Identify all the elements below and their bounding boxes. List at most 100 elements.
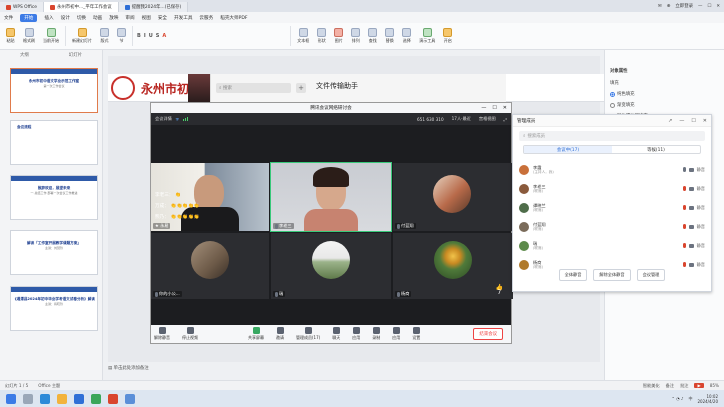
fullscreen-icon[interactable]: ⤢: [504, 117, 507, 122]
fill-option[interactable]: 填充: [610, 80, 719, 86]
applications-button[interactable]: 应用: [392, 327, 400, 341]
slide-thumbnail[interactable]: 3 致辞欢迎，展望未来 一·总结工作·部署一次会议工作推进: [10, 175, 98, 220]
app-icon[interactable]: [125, 393, 135, 404]
input-language[interactable]: 中: [688, 396, 692, 402]
section-button[interactable]: 节: [115, 28, 128, 44]
wps-icon[interactable]: [108, 393, 118, 404]
microphone-muted-icon[interactable]: [682, 224, 686, 229]
open-button[interactable]: 开启: [441, 28, 454, 44]
video-tile-woman[interactable]: 李老三: [270, 162, 392, 232]
member-search-input[interactable]: ⌕ 搜索成员: [519, 131, 705, 141]
menu-review[interactable]: 审阅: [125, 15, 134, 21]
tab-in-meeting[interactable]: 会议中(17): [524, 146, 612, 153]
notes-placeholder[interactable]: ▤ 单击此处添加备注: [108, 365, 149, 371]
font-color-button[interactable]: A: [162, 33, 166, 39]
slide-thumbnail[interactable]: 5 《湘潭县2024年初中毕业学考语文试卷分析》解读 主讲：蒋晓玲: [10, 286, 98, 331]
manage-members-button[interactable]: 管理成员(17): [296, 327, 320, 341]
apps-button[interactable]: 应用: [352, 327, 360, 341]
edge-browser-icon[interactable]: [40, 393, 50, 404]
camera-icon[interactable]: [688, 262, 694, 267]
comments-button[interactable]: 批注: [680, 383, 688, 389]
windows-start-icon[interactable]: [6, 393, 16, 404]
tab-waiting[interactable]: 等候(11): [612, 146, 700, 153]
slide-thumbnail[interactable]: 1 永州市初中语文学业示范工作室 第一次工作会议: [10, 68, 98, 113]
microphone-icon[interactable]: [682, 167, 686, 172]
picture-button[interactable]: 图片: [332, 28, 345, 44]
minimize-button[interactable]: —: [698, 4, 702, 9]
thumbs-up-reaction[interactable]: 👍 7: [496, 285, 503, 296]
beautify-button[interactable]: 智能美化: [643, 383, 660, 389]
end-meeting-button[interactable]: 结束会议: [473, 328, 503, 340]
stop-video-button[interactable]: 停止视频: [182, 327, 198, 341]
new-slide-button[interactable]: 新建幻灯片: [70, 28, 94, 44]
microphone-muted-icon[interactable]: [682, 186, 686, 191]
menu-slideshow[interactable]: 放映: [109, 15, 118, 21]
textbox-button[interactable]: 文本框: [295, 28, 311, 44]
camera-icon[interactable]: [688, 224, 694, 229]
camera-icon[interactable]: [688, 186, 694, 191]
zoom-level[interactable]: 85%: [710, 383, 719, 388]
wechat-icon[interactable]: [91, 393, 101, 404]
slide-thumbnail[interactable]: 4 解读「工作室开展教学课题方案」 主讲：刘慧玲: [10, 230, 98, 275]
minimize-button[interactable]: —: [679, 118, 684, 124]
menu-view[interactable]: 视图: [142, 15, 151, 21]
microphone-muted-icon[interactable]: [682, 205, 686, 210]
video-tile-avatar[interactable]: 付蓝翔: [393, 163, 513, 231]
add-button[interactable]: +: [296, 83, 306, 93]
menu-animation[interactable]: 动画: [93, 15, 102, 21]
bold-button[interactable]: B: [137, 33, 141, 39]
member-row[interactable]: 李霞 (主持人，我) 静音: [513, 160, 711, 179]
layout-view-button[interactable]: 宫格视图: [479, 116, 496, 122]
chat-button[interactable]: 聊天: [332, 327, 340, 341]
layout-button[interactable]: 版式: [98, 28, 111, 44]
play-icon[interactable]: ▶: [694, 383, 704, 388]
maximize-button[interactable]: ☐: [691, 118, 695, 124]
camera-icon[interactable]: [688, 243, 694, 248]
arrange-button[interactable]: 排列: [349, 28, 362, 44]
slide-thumbnail[interactable]: 2 会议流程: [10, 120, 98, 165]
search-input[interactable]: ⌕ 搜索: [216, 83, 291, 93]
menu-pdf[interactable]: 稻壳大师PDF: [220, 15, 247, 21]
maximize-button[interactable]: ☐: [707, 4, 711, 9]
record-button[interactable]: 录制: [372, 327, 380, 341]
search-icon[interactable]: [23, 393, 33, 404]
unmute-all-button[interactable]: 解除全体静音: [593, 269, 631, 281]
menu-transition[interactable]: 切换: [77, 15, 86, 21]
minimize-button[interactable]: —: [481, 105, 486, 111]
shape-button[interactable]: 形状: [315, 28, 328, 44]
login-button[interactable]: 立即登录: [675, 3, 693, 9]
menu-file[interactable]: 文件: [4, 15, 13, 21]
replace-button[interactable]: 替换: [383, 28, 396, 44]
menu-insert[interactable]: 插入: [44, 15, 53, 21]
meeting-app-icon[interactable]: [74, 393, 84, 404]
video-tile-avatar[interactable]: 你的小公...: [151, 233, 269, 299]
member-row[interactable]: 付蓝翔 (联席) 静音: [513, 217, 711, 236]
mail-icon[interactable]: ✉: [658, 4, 662, 9]
share-screen-button[interactable]: 共享屏幕: [248, 327, 264, 341]
meeting-manage-button[interactable]: 会议管理: [636, 269, 666, 281]
tray-icons[interactable]: ⌃ ◔ ♪: [672, 396, 684, 401]
meeting-details-button[interactable]: 会议详情: [155, 116, 172, 122]
present-tools-button[interactable]: 演示工具: [417, 28, 437, 44]
menu-devtools[interactable]: 开发工具: [174, 15, 192, 21]
member-row[interactable]: 瑞 (联席) 静音: [513, 236, 711, 255]
popout-button[interactable]: ↗: [668, 118, 672, 124]
close-button[interactable]: ✕: [503, 105, 507, 111]
mute-all-button[interactable]: 全体静音: [558, 269, 588, 281]
menu-cloud[interactable]: 云服务: [199, 15, 213, 21]
system-clock[interactable]: 10:02 2024/4/20: [697, 394, 718, 404]
menu-security[interactable]: 安全: [158, 15, 167, 21]
member-row[interactable]: 谭晓兰 (联席) 静音: [513, 198, 711, 217]
video-tile-avatar[interactable]: 瑞: [271, 233, 391, 299]
invite-button[interactable]: 邀请: [276, 327, 284, 341]
strike-button[interactable]: S: [156, 33, 160, 39]
close-button[interactable]: ✕: [716, 4, 720, 9]
video-tile-avatar[interactable]: 杨商 👍 7: [393, 233, 513, 299]
file-explorer-icon[interactable]: [57, 393, 67, 404]
meeting-id[interactable]: 651 630 310: [417, 117, 444, 122]
camera-icon[interactable]: [688, 167, 694, 172]
fill-option-gradient[interactable]: 渐变填充: [610, 102, 719, 108]
find-button[interactable]: 查找: [366, 28, 379, 44]
tab-document-second[interactable]: 提醒我2024年...(已保存): [118, 2, 189, 12]
camera-icon[interactable]: [688, 205, 694, 210]
